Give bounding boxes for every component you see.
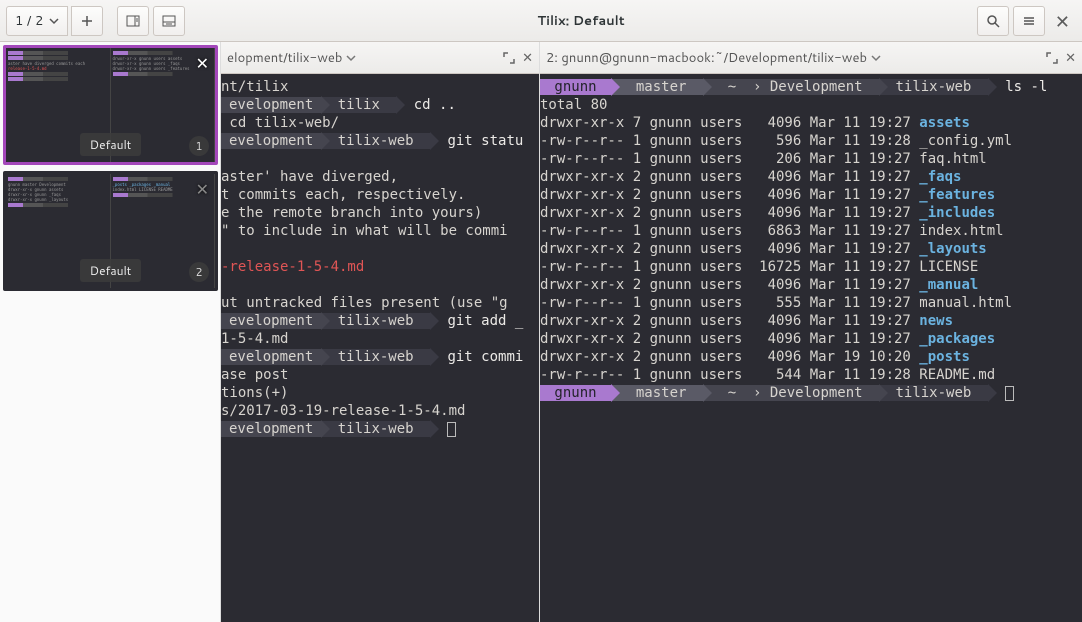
plus-icon bbox=[80, 14, 94, 28]
chevron-down-icon[interactable] bbox=[871, 53, 881, 63]
terminal-panes: elopment/tilix-web ✕ nt/tilixevelopment … bbox=[221, 42, 1082, 622]
split-down-icon bbox=[162, 14, 176, 28]
session-thumb-label-1: Default bbox=[80, 133, 142, 156]
menu-button[interactable] bbox=[1013, 6, 1045, 36]
chevron-down-icon bbox=[49, 16, 59, 26]
session-thumb-2[interactable]: gnunn master Development drwxr-xr-x gnun… bbox=[3, 171, 218, 291]
session-thumb-close-2[interactable]: ✕ bbox=[196, 178, 209, 201]
session-switcher-button[interactable]: 1 / 2 bbox=[6, 6, 68, 36]
session-sidebar: aster have diverged commits each release… bbox=[0, 42, 221, 622]
maximize-icon[interactable] bbox=[502, 51, 516, 65]
search-button[interactable] bbox=[977, 6, 1009, 36]
new-session-button[interactable] bbox=[71, 6, 103, 36]
session-thumb-1[interactable]: aster have diverged commits each release… bbox=[3, 45, 218, 165]
split-right-icon bbox=[126, 14, 140, 28]
terminal-right[interactable]: gnunn master ~ › Development tilix-web l… bbox=[540, 74, 1082, 622]
window-close-button[interactable]: ✕ bbox=[1049, 8, 1076, 34]
hamburger-icon bbox=[1022, 14, 1036, 28]
terminal-left[interactable]: nt/tilixevelopment tilix cd .. cd tilix-… bbox=[221, 74, 539, 622]
split-down-button[interactable] bbox=[153, 6, 185, 36]
maximize-icon[interactable] bbox=[1045, 51, 1059, 65]
header-bar: 1 / 2 Tilix: Default ✕ bbox=[0, 0, 1082, 42]
pane-left-title: elopment/tilix-web bbox=[227, 49, 342, 67]
pane-close-button[interactable]: ✕ bbox=[1065, 49, 1076, 67]
pane-right: 2: gnunn@gnunn-macbook:~/Development/til… bbox=[539, 42, 1082, 622]
chevron-down-icon[interactable] bbox=[346, 53, 356, 63]
window-title: Tilix: Default bbox=[189, 12, 973, 30]
session-thumb-label-2: Default bbox=[80, 259, 142, 282]
session-thumb-index-2: 2 bbox=[189, 262, 209, 282]
session-thumb-close-1[interactable]: ✕ bbox=[196, 52, 209, 75]
close-icon: ✕ bbox=[1055, 8, 1070, 34]
pane-right-titlebar: 2: gnunn@gnunn-macbook:~/Development/til… bbox=[540, 42, 1082, 74]
session-indicator-label: 1 / 2 bbox=[15, 12, 43, 30]
pane-left: elopment/tilix-web ✕ nt/tilixevelopment … bbox=[221, 42, 539, 622]
pane-close-button[interactable]: ✕ bbox=[522, 49, 533, 67]
session-thumb-index-1: 1 bbox=[189, 136, 209, 156]
main-area: aster have diverged commits each release… bbox=[0, 42, 1082, 622]
pane-right-title: 2: gnunn@gnunn-macbook:~/Development/til… bbox=[546, 49, 867, 67]
pane-left-titlebar: elopment/tilix-web ✕ bbox=[221, 42, 539, 74]
search-icon bbox=[986, 14, 1000, 28]
split-right-button[interactable] bbox=[117, 6, 149, 36]
